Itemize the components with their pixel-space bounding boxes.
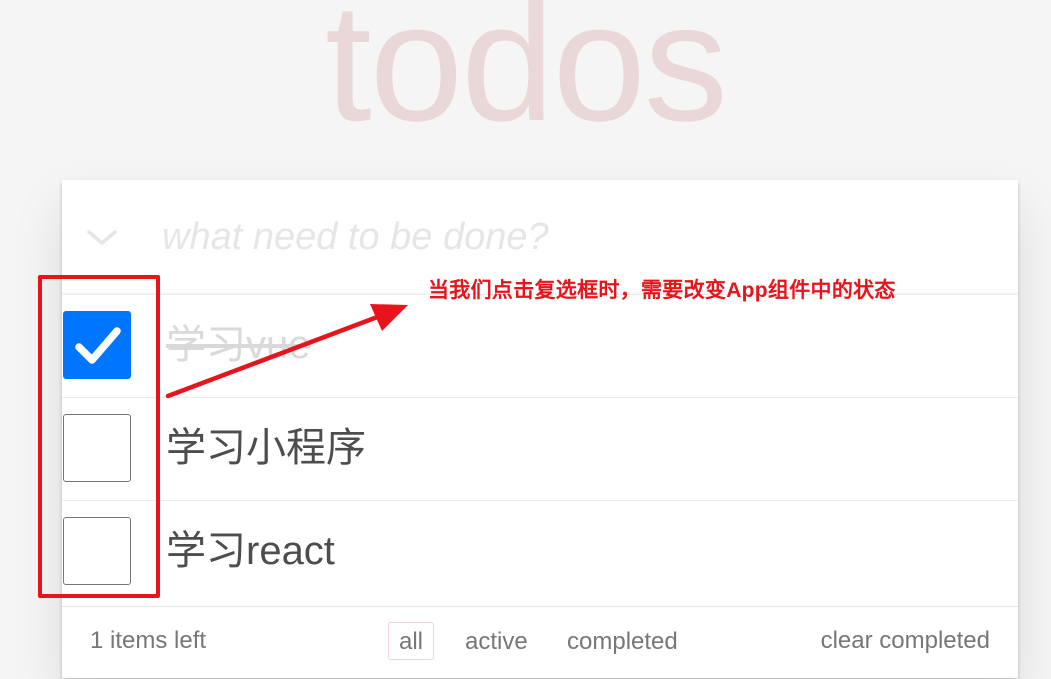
items-left-count: 1 items left	[90, 627, 207, 654]
new-todo-input[interactable]	[162, 204, 982, 270]
todo-footer: 1 items left all active completed clear …	[62, 606, 1018, 679]
todo-label: 学习vue	[166, 323, 311, 367]
todo-label: 学习react	[166, 529, 335, 573]
todo-list: 学习vue 学习小程序 学习react	[62, 294, 1018, 603]
todo-item: 学习小程序	[62, 397, 1018, 500]
todo-item: 学习react	[62, 500, 1018, 603]
todo-item: 学习vue	[62, 294, 1018, 397]
annotation-text: 当我们点击复选框时，需要改变App组件中的状态	[428, 279, 896, 302]
app-title: todos	[325, 0, 728, 156]
filter-completed[interactable]: completed	[556, 622, 689, 660]
clear-completed-button[interactable]: clear completed	[821, 627, 990, 655]
annotation-highlight-box	[38, 275, 160, 598]
todo-label: 学习小程序	[166, 426, 366, 470]
filter-active[interactable]: active	[454, 622, 539, 660]
filter-all[interactable]: all	[388, 622, 435, 660]
chevron-down-icon[interactable]	[82, 220, 122, 256]
todo-app: 学习vue 学习小程序 学习react 1 items left all act…	[62, 180, 1018, 678]
